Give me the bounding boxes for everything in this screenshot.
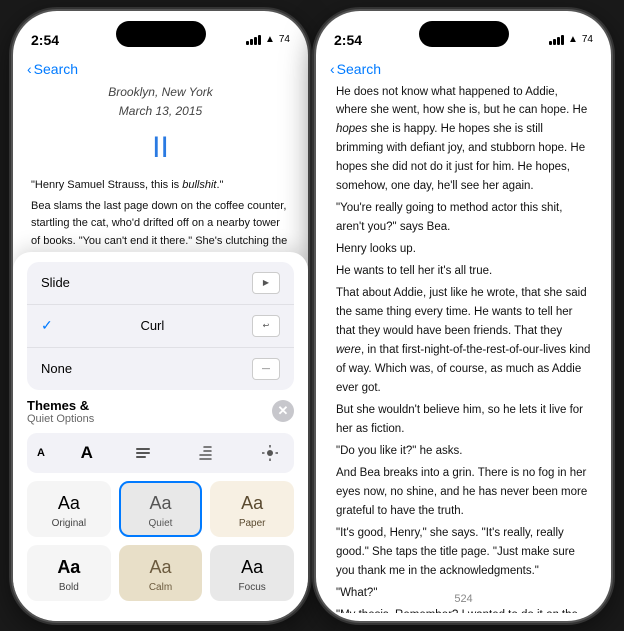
time-left: 2:54 xyxy=(31,32,59,48)
overlay-panel: Slide ▶ ✓ Curl ↩ None — xyxy=(13,252,308,621)
phone-left: 2:54 ▲ 74 ‹ Search xyxy=(13,11,308,621)
themes-subtitle: Quiet Options xyxy=(27,413,94,425)
theme-calm[interactable]: Aa Calm xyxy=(119,545,203,601)
font-size-large[interactable]: A xyxy=(81,443,93,463)
close-button[interactable]: ✕ xyxy=(272,400,294,422)
transition-curl[interactable]: ✓ Curl ↩ xyxy=(27,305,294,348)
brightness-icon[interactable] xyxy=(256,439,284,467)
phones-container: 2:54 ▲ 74 ‹ Search xyxy=(0,0,624,631)
theme-original-label: Original xyxy=(52,518,86,529)
back-chevron-left: ‹ xyxy=(27,61,32,77)
reading-para-1: He does not know what happened to Addie,… xyxy=(336,83,591,197)
phone-right: 2:54 ▲ 74 ‹ Search xyxy=(316,11,611,621)
status-icons-right: ▲ 74 xyxy=(549,34,593,45)
theme-original-sample: Aa xyxy=(58,493,80,514)
back-button-left[interactable]: ‹ Search xyxy=(27,61,78,77)
theme-paper-label: Paper xyxy=(239,518,266,529)
top-nav-right[interactable]: ‹ Search xyxy=(316,59,611,83)
signal-icon-right xyxy=(549,35,564,45)
back-label-right: Search xyxy=(337,61,381,77)
font-size-small[interactable]: A xyxy=(37,447,45,459)
theme-quiet[interactable]: Aa Quiet xyxy=(119,481,203,537)
themes-title-block: Themes & Quiet Options xyxy=(27,398,94,425)
signal-icon xyxy=(246,35,261,45)
theme-focus[interactable]: Aa Focus xyxy=(210,545,294,601)
reading-para-6: But she wouldn't believe him, so he lets… xyxy=(336,401,591,439)
theme-cards-grid: Aa Original Aa Quiet Aa Paper Aa Bold Aa xyxy=(27,481,294,601)
transition-none[interactable]: None — xyxy=(27,348,294,390)
theme-original[interactable]: Aa Original xyxy=(27,481,111,537)
theme-focus-sample: Aa xyxy=(241,557,263,578)
page-number: 524 xyxy=(454,593,472,605)
wifi-icon-right: ▲ xyxy=(568,34,578,45)
reading-para-9: "It's good, Henry," she says. "It's real… xyxy=(336,524,591,581)
time-right: 2:54 xyxy=(334,32,362,48)
back-chevron-right: ‹ xyxy=(330,61,335,77)
reading-text: He does not know what happened to Addie,… xyxy=(336,83,591,613)
slide-icon: ▶ xyxy=(252,272,280,294)
dynamic-island-right xyxy=(419,21,509,47)
format-icon[interactable] xyxy=(129,439,157,467)
themes-header: Themes & Quiet Options ✕ xyxy=(27,398,294,425)
reading-para-4: He wants to tell her it's all true. xyxy=(336,262,591,281)
theme-bold-label: Bold xyxy=(59,582,79,593)
dynamic-island xyxy=(116,21,206,47)
battery-right: 74 xyxy=(582,34,593,45)
theme-calm-sample: Aa xyxy=(149,557,171,578)
battery-left: 74 xyxy=(279,34,290,45)
font-controls-row: A A xyxy=(27,433,294,473)
transition-menu: Slide ▶ ✓ Curl ↩ None — xyxy=(27,262,294,390)
curl-icon: ↩ xyxy=(252,315,280,337)
reading-para-7: "Do you like it?" he asks. xyxy=(336,442,591,461)
status-icons-left: ▲ 74 xyxy=(246,34,290,45)
paragraph-icon[interactable] xyxy=(192,439,220,467)
wifi-icon: ▲ xyxy=(265,34,275,45)
reading-content: He does not know what happened to Addie,… xyxy=(316,83,611,613)
chapter-number: II xyxy=(31,125,290,172)
reading-para-3: Henry looks up. xyxy=(336,240,591,259)
book-location: Brooklyn, New York March 13, 2015 xyxy=(31,83,290,121)
reading-para-11: "My thesis. Remember? I wanted to do it … xyxy=(336,606,591,613)
none-label: None xyxy=(41,361,72,376)
theme-focus-label: Focus xyxy=(239,582,266,593)
top-nav-left[interactable]: ‹ Search xyxy=(13,59,308,83)
back-button-right[interactable]: ‹ Search xyxy=(330,61,381,77)
theme-quiet-sample: Aa xyxy=(149,493,171,514)
curl-label: Curl xyxy=(140,318,164,333)
book-para-1: "Henry Samuel Strauss, this is bullshit.… xyxy=(31,177,290,194)
reading-para-8: And Bea breaks into a grin. There is no … xyxy=(336,464,591,521)
reading-para-5: That about Addie, just like he wrote, th… xyxy=(336,284,591,398)
reading-para-2: "You're really going to method actor thi… xyxy=(336,199,591,237)
check-icon: ✓ xyxy=(41,317,53,334)
back-label-left: Search xyxy=(34,61,78,77)
theme-paper-sample: Aa xyxy=(241,493,263,514)
none-icon: — xyxy=(252,358,280,380)
theme-paper[interactable]: Aa Paper xyxy=(210,481,294,537)
themes-title: Themes & xyxy=(27,398,94,413)
theme-bold-sample: Aa xyxy=(57,557,80,578)
theme-quiet-label: Quiet xyxy=(149,518,173,529)
slide-label: Slide xyxy=(41,275,70,290)
theme-bold[interactable]: Aa Bold xyxy=(27,545,111,601)
transition-slide[interactable]: Slide ▶ xyxy=(27,262,294,305)
theme-calm-label: Calm xyxy=(149,582,172,593)
